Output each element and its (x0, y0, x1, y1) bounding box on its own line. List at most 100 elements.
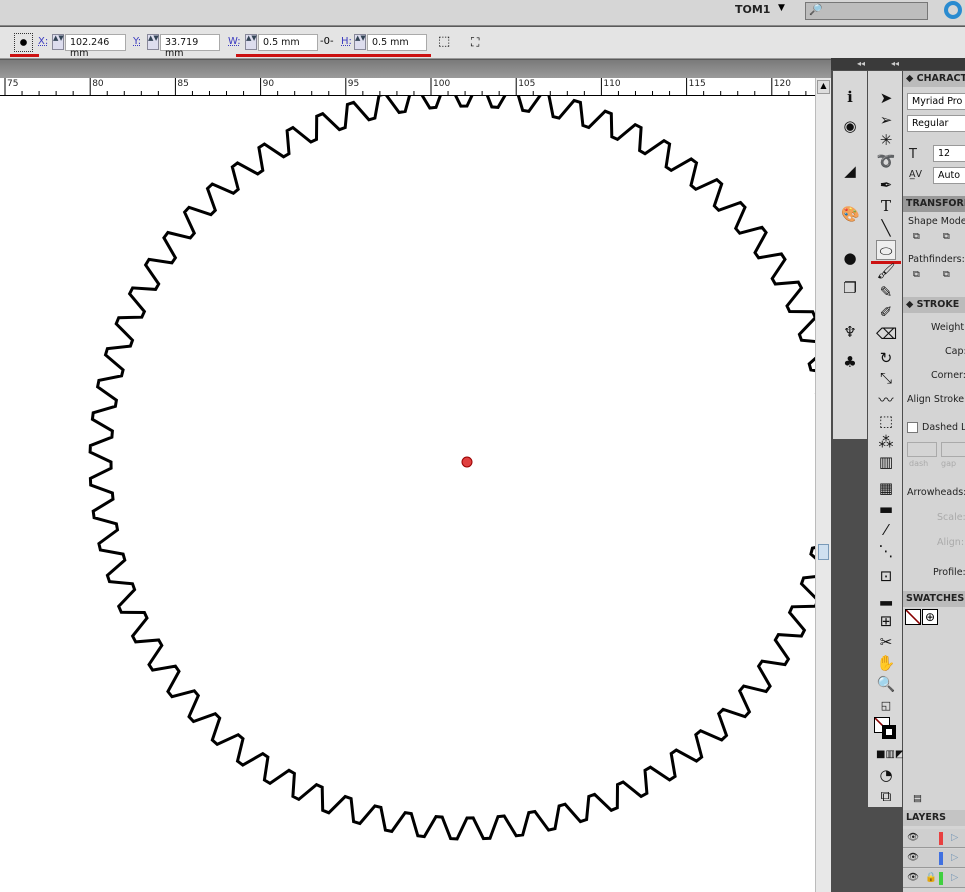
scale-tool-icon[interactable]: ⤡ (876, 368, 896, 388)
panels-column: ◆ CHARACTER Myriad Pro Regular T 12 A̲V … (903, 71, 965, 892)
drawing-mode-icon[interactable]: ◔ (876, 765, 896, 785)
scroll-thumb[interactable] (818, 544, 829, 560)
horizontal-ruler[interactable]: 75 80 85 90 95 100 105 110 115 120 (0, 78, 815, 96)
font-size-field[interactable]: 12 (933, 145, 965, 162)
mesh-tool-icon[interactable]: ▦ (876, 478, 896, 498)
workspace-switcher[interactable]: TOM1 (735, 3, 770, 16)
h-field[interactable]: 0.5 mm (367, 34, 427, 51)
expand-arrow-icon[interactable]: ▷ (951, 852, 958, 863)
graph-tool-icon[interactable]: ▥ (876, 452, 896, 472)
font-family-field[interactable]: Myriad Pro (907, 93, 965, 110)
hand-tool-icon[interactable]: ✋ (876, 653, 896, 673)
visibility-eye-icon[interactable]: 👁 (907, 832, 919, 843)
constrain-proportions-link-icon[interactable]: -0- (320, 36, 334, 47)
weight-label: Weight: (931, 322, 965, 333)
cs-live-icon[interactable] (944, 1, 962, 19)
vertical-scrollbar[interactable]: ▲ (815, 78, 831, 892)
swatch-libraries-icon[interactable]: ▤ (913, 793, 922, 804)
select-similar-icon[interactable]: ⬚ (438, 34, 450, 49)
default-colors-icon[interactable]: ◱ ⇄ (876, 696, 896, 732)
chevron-down-icon[interactable]: ▼ (778, 3, 785, 13)
appearance-icon[interactable]: ◉ (841, 117, 859, 135)
h-spinner[interactable]: ▲▼ (354, 34, 366, 50)
lasso-tool-icon[interactable]: ➰ (876, 151, 896, 171)
info-icon[interactable]: ℹ (841, 88, 859, 106)
transform-panel-header[interactable]: TRANSFORM (903, 196, 965, 212)
color-mode-icons[interactable]: ■▥◩ (876, 745, 904, 765)
dash-field[interactable] (907, 442, 937, 457)
layer-row[interactable]: 👁 ▷ (903, 829, 965, 848)
x-field[interactable]: 102.246 mm (65, 34, 126, 59)
character-panel-header[interactable]: ◆ CHARACTER (903, 71, 965, 87)
pen-tool-icon[interactable]: ✒ (876, 175, 896, 195)
y-spinner[interactable]: ▲▼ (147, 34, 159, 50)
collapse-icon[interactable]: ◂◂ (857, 59, 865, 68)
rotate-tool-icon[interactable]: ↻ (876, 348, 896, 368)
transparency-icon[interactable]: ❐ (841, 279, 859, 297)
layer-row[interactable]: 👁 🔒 ▷ (903, 869, 965, 888)
column-graph-tool-icon[interactable]: ▂ (876, 587, 896, 607)
symbols-icon[interactable]: ♣ (841, 353, 859, 371)
w-field[interactable]: 0.5 mm (258, 34, 318, 51)
graphic-styles-icon[interactable]: ● (841, 249, 859, 267)
w-spinner[interactable]: ▲▼ (245, 34, 257, 50)
screen-mode-icon[interactable]: ⧉ (876, 786, 896, 806)
color-palette-icon[interactable]: 🎨 (841, 205, 860, 223)
visibility-eye-icon[interactable]: 👁 (907, 872, 919, 883)
selection-tool-icon[interactable]: ➤ (876, 88, 896, 108)
zoom-tool-icon[interactable]: 🔍 (876, 674, 896, 694)
gap-field[interactable] (941, 442, 965, 457)
pencil-tool-icon[interactable]: ✎ (876, 282, 896, 302)
layer-row[interactable]: 👁 ▷ (903, 849, 965, 868)
expand-arrow-icon[interactable]: ▷ (951, 872, 958, 883)
h-label: H: (341, 36, 352, 47)
lock-icon[interactable]: 🔒 (925, 872, 937, 883)
x-spinner[interactable]: ▲▼ (52, 34, 64, 50)
tracking-field[interactable]: Auto (933, 167, 965, 184)
trim-icon[interactable]: ⧉ (943, 269, 950, 280)
font-style-field[interactable]: Regular (907, 115, 965, 132)
magic-wand-tool-icon[interactable]: ✳ (876, 130, 896, 150)
ellipse-tool-icon[interactable]: ⬭ (876, 240, 896, 260)
stroke-panel-header[interactable]: ◆ STROKE (903, 297, 965, 313)
unite-icon[interactable]: ⧉ (913, 231, 920, 242)
blend-tool-icon[interactable]: ⋱ (876, 541, 896, 561)
gradient-tool-icon[interactable]: ▬ (876, 499, 896, 519)
artboard-canvas[interactable] (0, 96, 815, 892)
minus-front-icon[interactable]: ⧉ (943, 231, 950, 242)
center-point-marker[interactable] (461, 456, 473, 468)
free-transform-tool-icon[interactable]: ⬚ (876, 411, 896, 431)
collapse-icon[interactable]: ◂◂ (891, 59, 899, 68)
y-field[interactable]: 33.719 mm (160, 34, 220, 59)
symbol-sprayer-tool-icon[interactable]: ⁂ (876, 432, 896, 452)
visibility-eye-icon[interactable]: 👁 (907, 852, 919, 863)
artboard-tool-icon[interactable]: ⊞ (876, 611, 896, 631)
ruler-label: 105 (518, 79, 536, 89)
gradient-icon[interactable]: ◢ (841, 162, 859, 180)
eyedropper-tool-icon[interactable]: ⁄ (876, 520, 896, 540)
line-tool-icon[interactable]: ╲ (876, 218, 896, 238)
type-tool-icon[interactable]: T (876, 196, 896, 216)
divide-icon[interactable]: ⧉ (913, 269, 920, 280)
expand-arrow-icon[interactable]: ▷ (951, 832, 958, 843)
transform-icon[interactable]: ⛶ (471, 35, 479, 50)
warp-tool-icon[interactable]: 〰 (876, 390, 896, 410)
search-input[interactable]: 🔎 (805, 2, 928, 20)
scroll-up-icon[interactable]: ▲ (817, 80, 830, 94)
swatches-panel-header[interactable]: SWATCHES (903, 591, 965, 607)
layers-panel-header[interactable]: LAYERS (903, 810, 965, 826)
direct-selection-tool-icon[interactable]: ➢ (876, 110, 896, 130)
gear-outline[interactable] (88, 96, 815, 841)
slice-tool-icon[interactable]: ✂ (876, 632, 896, 652)
cap-label: Cap: (945, 346, 965, 357)
symbol-tool-icon[interactable]: ⊡ (876, 566, 896, 586)
stroke-swatch[interactable] (882, 725, 896, 739)
none-swatch[interactable] (905, 609, 921, 625)
brushes-icon[interactable]: ♆ (841, 323, 859, 341)
registration-swatch[interactable]: ⊕ (922, 609, 938, 625)
reference-point-icon[interactable] (14, 33, 33, 52)
blob-brush-tool-icon[interactable]: ✐ (876, 302, 896, 322)
paintbrush-tool-icon[interactable]: 🖌 (876, 261, 896, 281)
dashed-line-checkbox[interactable] (907, 422, 918, 433)
eraser-tool-icon[interactable]: ⌫ (876, 324, 897, 344)
